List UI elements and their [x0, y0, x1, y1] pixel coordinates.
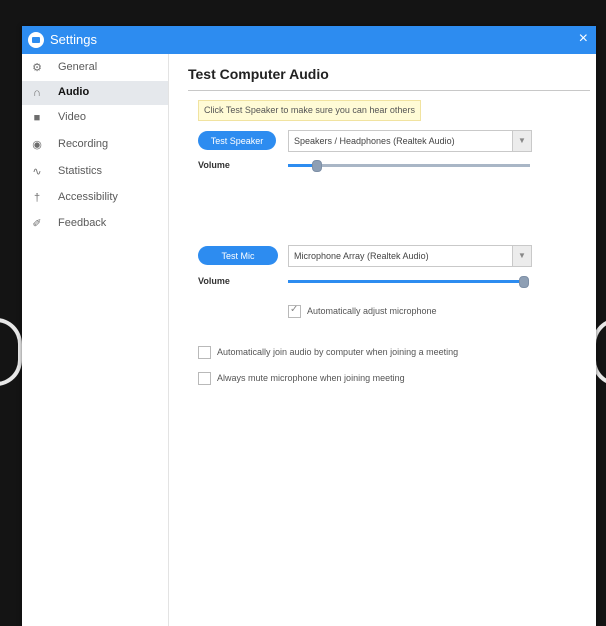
- sidebar-item-feedback[interactable]: ✐ Feedback: [22, 212, 168, 236]
- sidebar-item-label: Audio: [58, 86, 90, 98]
- settings-window: Settings × ⚙ General ∩ Audio ■ Video ◉ R…: [22, 26, 596, 626]
- sidebar: ⚙ General ∩ Audio ■ Video ◉ Recording ∿ …: [22, 54, 169, 626]
- backdrop-arc-left: [0, 318, 22, 386]
- sidebar-item-label: General: [58, 61, 98, 73]
- slider-fill: [288, 280, 524, 283]
- speaker-volume-label: Volume: [198, 160, 230, 170]
- gear-icon: ⚙: [32, 62, 42, 74]
- feedback-icon: ✐: [32, 218, 42, 230]
- mute-mic-on-join-checkbox[interactable]: [198, 372, 211, 385]
- test-speaker-hint: Click Test Speaker to make sure you can …: [198, 100, 421, 121]
- sidebar-item-label: Feedback: [58, 217, 107, 229]
- statistics-icon: ∿: [32, 166, 42, 178]
- page-title: Test Computer Audio: [188, 66, 329, 82]
- slider-track: [288, 164, 530, 167]
- close-button[interactable]: ×: [579, 30, 588, 48]
- sidebar-item-video[interactable]: ■ Video: [22, 106, 168, 130]
- sidebar-item-statistics[interactable]: ∿ Statistics: [22, 160, 168, 184]
- speaker-volume-slider[interactable]: [288, 160, 530, 172]
- sidebar-item-recording[interactable]: ◉ Recording: [22, 133, 168, 157]
- speaker-device-value: Speakers / Headphones (Realtek Audio): [294, 136, 455, 146]
- zoom-logo-icon: [28, 32, 44, 48]
- chevron-down-icon: ▼: [512, 246, 531, 266]
- sidebar-item-accessibility[interactable]: † Accessibility: [22, 186, 168, 210]
- chevron-down-icon: ▼: [512, 131, 531, 151]
- slider-thumb[interactable]: [312, 160, 323, 172]
- video-camera-icon: ■: [33, 112, 41, 124]
- mute-mic-on-join-label: Always mute microphone when joining meet…: [217, 373, 405, 383]
- sidebar-item-label: Accessibility: [58, 191, 118, 203]
- microphone-device-value: Microphone Array (Realtek Audio): [294, 251, 429, 261]
- slider-thumb[interactable]: [519, 276, 529, 288]
- auto-adjust-mic-checkbox[interactable]: [288, 304, 301, 318]
- record-icon: ◉: [32, 139, 42, 151]
- window-title: Settings: [50, 32, 97, 47]
- accessibility-icon: †: [33, 192, 41, 204]
- test-speaker-button[interactable]: Test Speaker: [198, 131, 276, 150]
- title-divider: [188, 90, 590, 91]
- microphone-volume-slider[interactable]: [288, 276, 529, 288]
- microphone-volume-label: Volume: [198, 276, 230, 286]
- auto-adjust-mic-label: Automatically adjust microphone: [307, 306, 437, 316]
- speaker-device-select[interactable]: Speakers / Headphones (Realtek Audio) ▼: [288, 130, 532, 152]
- sidebar-item-audio[interactable]: ∩ Audio: [22, 81, 168, 105]
- test-mic-button[interactable]: Test Mic: [198, 246, 278, 265]
- headphones-icon: ∩: [33, 87, 41, 99]
- audio-settings-panel: Test Computer Audio Click Test Speaker t…: [168, 54, 596, 626]
- sidebar-item-label: Video: [58, 111, 86, 123]
- auto-join-audio-label: Automatically join audio by computer whe…: [217, 347, 459, 357]
- title-bar: Settings ×: [22, 26, 596, 54]
- sidebar-item-label: Recording: [58, 138, 109, 150]
- microphone-device-select[interactable]: Microphone Array (Realtek Audio) ▼: [288, 245, 532, 267]
- sidebar-item-label: Statistics: [58, 165, 103, 177]
- auto-join-audio-checkbox[interactable]: [198, 346, 211, 359]
- sidebar-item-general[interactable]: ⚙ General: [22, 56, 168, 80]
